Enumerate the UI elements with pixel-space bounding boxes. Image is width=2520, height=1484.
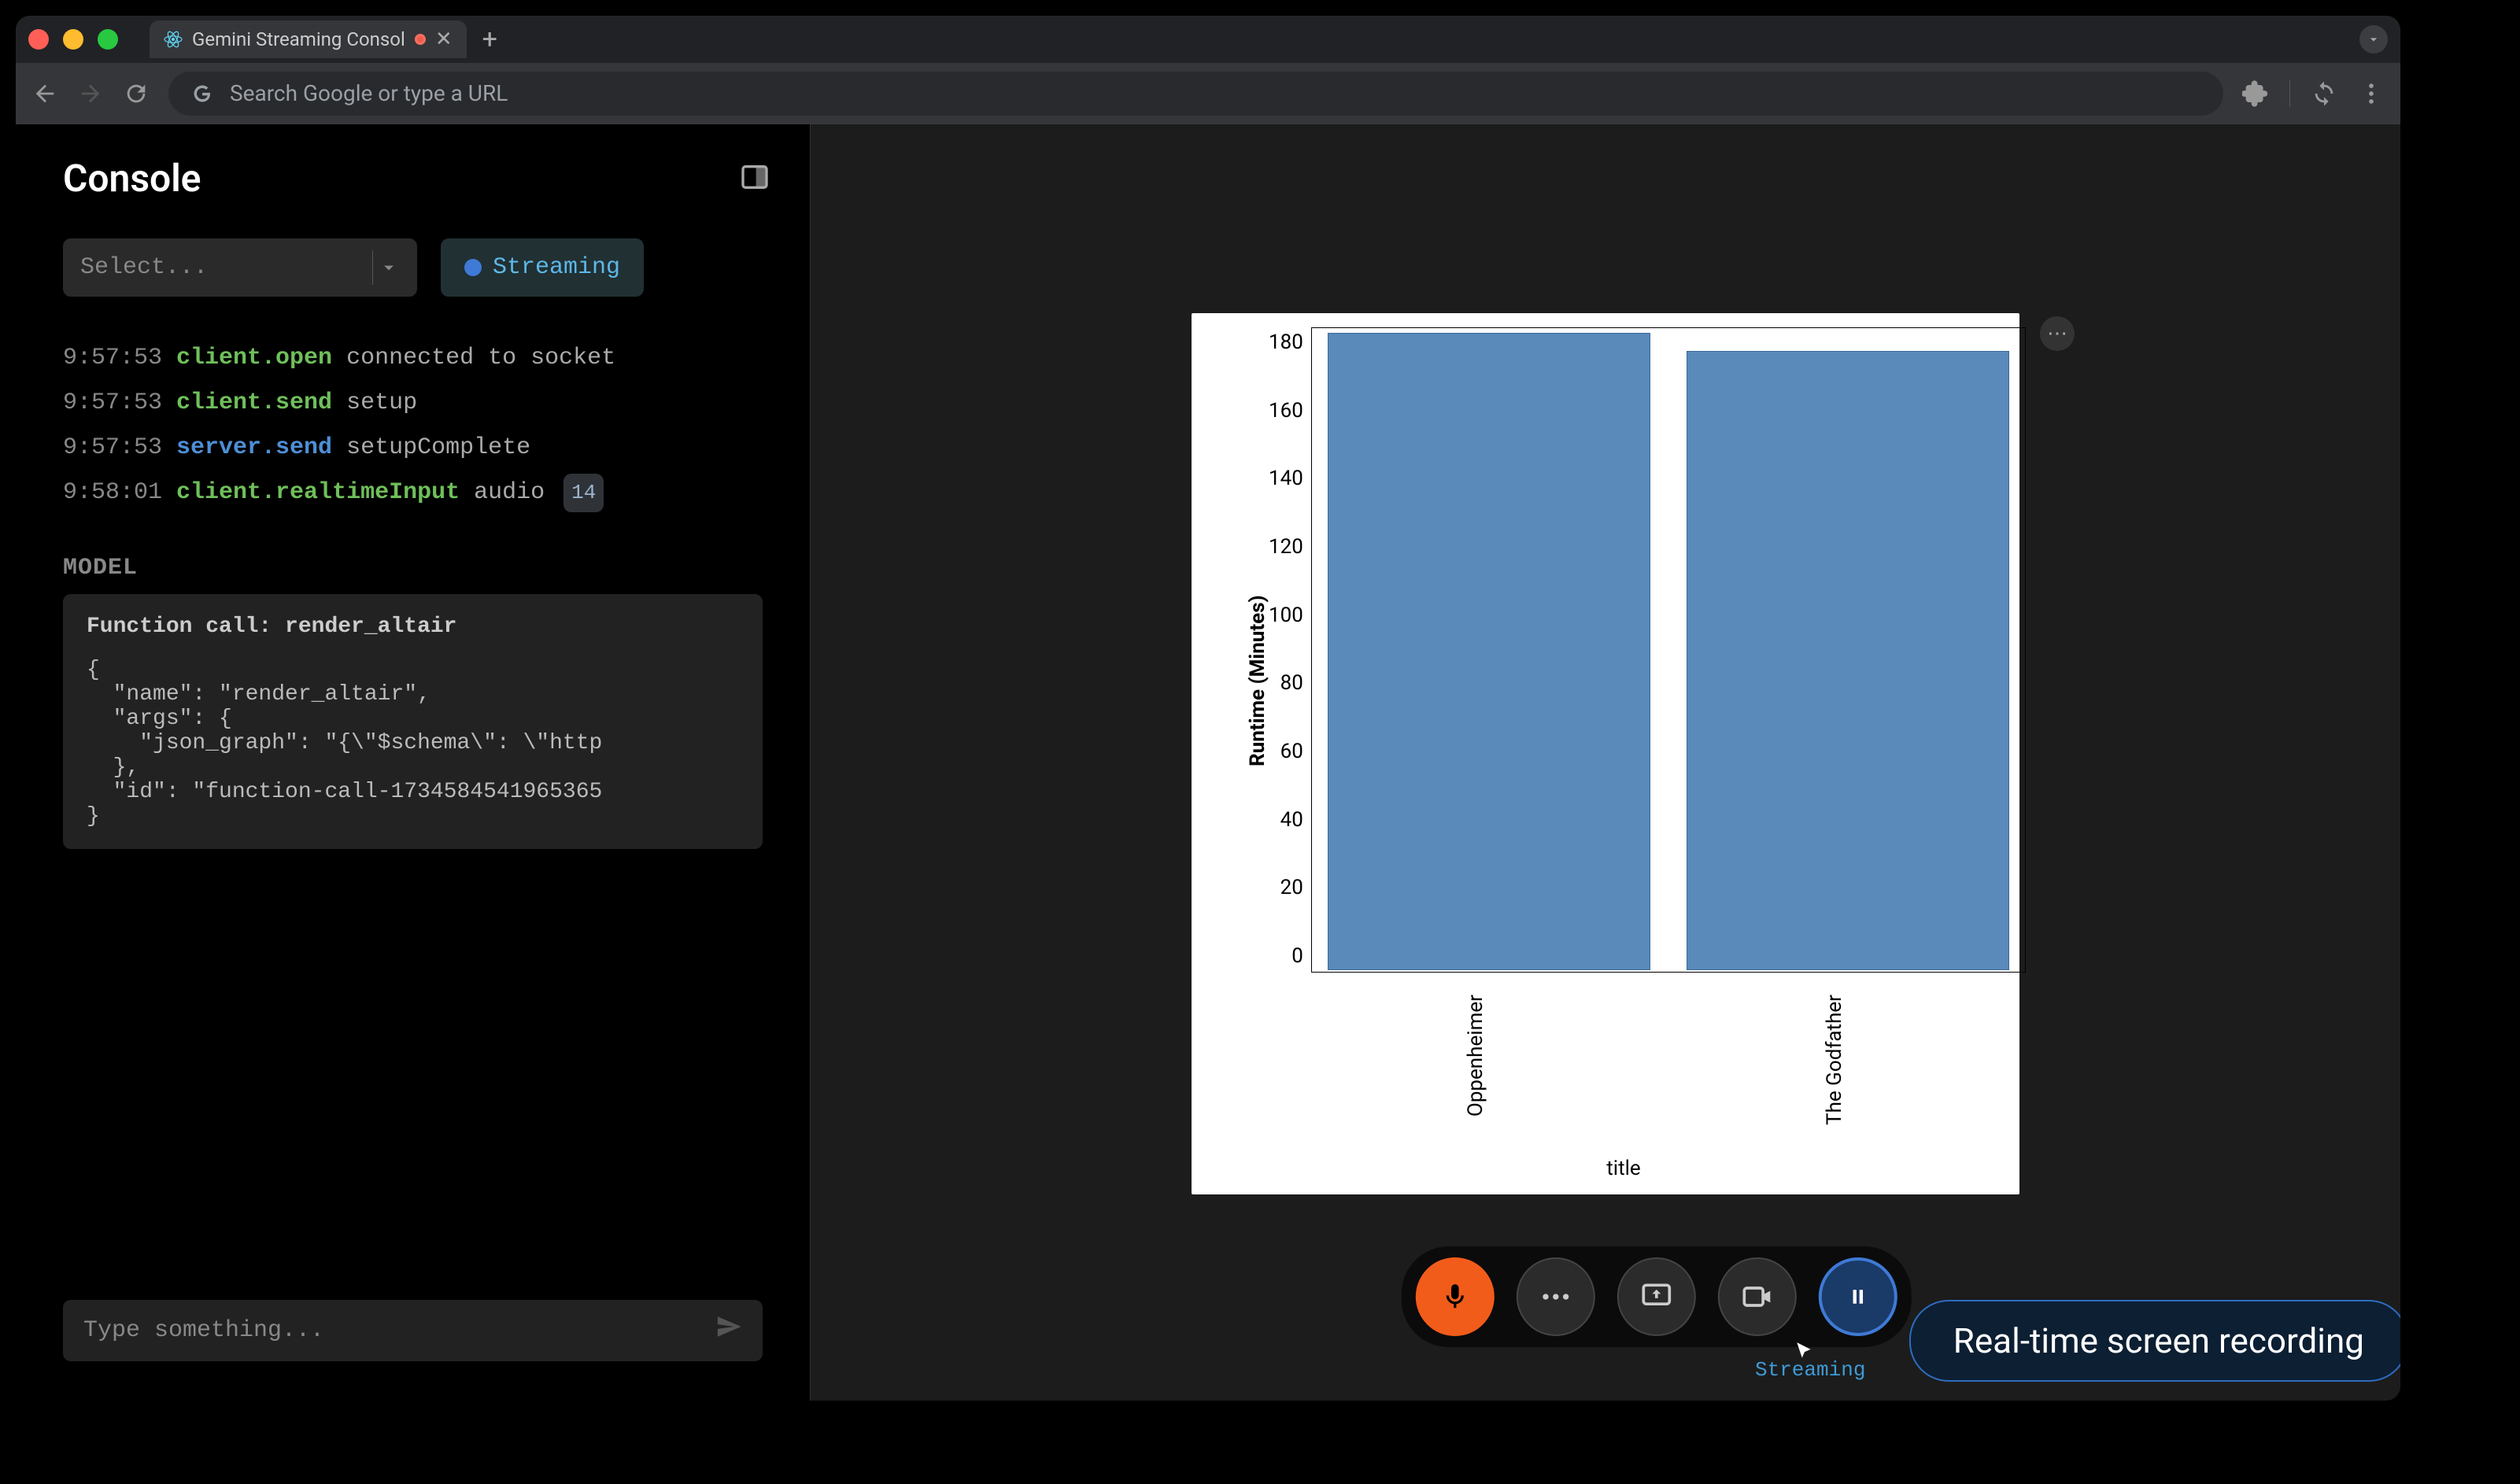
extensions-button[interactable] [2242, 80, 2269, 107]
toolbar-separator [2289, 80, 2290, 107]
chart-x-label: title [1247, 1157, 2001, 1180]
new-tab-button[interactable]: + [470, 24, 510, 55]
browser-tab[interactable]: Gemini Streaming Consol ✕ [150, 20, 467, 58]
send-icon[interactable] [715, 1313, 742, 1348]
microphone-button[interactable] [1416, 1257, 1495, 1336]
tab-list-dropdown[interactable] [2359, 25, 2388, 54]
message-input[interactable]: Type something... [63, 1300, 763, 1361]
input-placeholder: Type something... [83, 1317, 324, 1344]
bar-chart: Runtime (Minutes) 1801601401201008060402… [1192, 313, 2019, 1194]
sync-button[interactable] [2311, 80, 2337, 107]
function-call-block: Function call: render_altair { "name": "… [63, 594, 763, 849]
nav-forward-button[interactable] [77, 80, 104, 107]
tab-title: Gemini Streaming Consol [192, 28, 405, 50]
address-bar: Search Google or type a URL [16, 63, 2400, 124]
log-panel: 9:57:53 client.open connected to socket9… [16, 320, 810, 531]
chart-y-axis: 180160140120100806040200 [1269, 330, 1311, 968]
chart-bar [1687, 351, 2009, 971]
nav-reload-button[interactable] [123, 80, 150, 107]
minimize-window-button[interactable] [63, 29, 83, 50]
url-placeholder: Search Google or type a URL [230, 80, 508, 106]
pause-stream-button[interactable] [1819, 1257, 1897, 1336]
window-traffic-lights [28, 29, 118, 50]
model-section-label: MODEL [16, 531, 810, 586]
log-line: 9:57:53 server.send setupComplete [63, 426, 763, 471]
log-line: 9:57:53 client.open connected to socket [63, 336, 763, 381]
main-pane: ⋯ Runtime (Minutes) 18016014012010080604… [811, 124, 2400, 1401]
react-icon [164, 30, 183, 49]
more-options-button[interactable] [1517, 1257, 1595, 1336]
console-title: Console [63, 156, 201, 201]
app-content: Console Select... Streaming 9:57:53 clie… [16, 124, 2400, 1401]
google-g-icon [190, 82, 214, 105]
status-dot-icon [464, 259, 482, 276]
chart-menu-button[interactable]: ⋯ [2040, 316, 2075, 351]
function-call-body: { "name": "render_altair", "args": { "js… [87, 658, 739, 829]
media-controls [1402, 1246, 1912, 1347]
tab-strip: Gemini Streaming Consol ✕ + [16, 16, 2400, 63]
browser-menu-button[interactable] [2358, 80, 2385, 107]
chart-x-ticks: OppenheimerThe Godfather [1310, 995, 2001, 1152]
model-select[interactable]: Select... [63, 238, 417, 297]
nav-back-button[interactable] [31, 80, 58, 107]
camera-button[interactable] [1718, 1257, 1797, 1336]
recording-banner: Real-time screen recording [1909, 1300, 2400, 1382]
screen-share-button[interactable] [1617, 1257, 1696, 1336]
streaming-label: Streaming [1755, 1358, 1865, 1382]
log-line: 9:57:53 client.send setup [63, 381, 763, 426]
recording-indicator-icon [415, 34, 426, 45]
chart-plot-area [1311, 327, 2026, 973]
close-window-button[interactable] [28, 29, 49, 50]
log-line: 9:58:01 client.realtimeInput audio 14 [63, 471, 763, 515]
console-sidebar: Console Select... Streaming 9:57:53 clie… [16, 124, 811, 1401]
select-placeholder: Select... [80, 254, 208, 281]
maximize-window-button[interactable] [98, 29, 118, 50]
status-label: Streaming [493, 254, 620, 281]
chevron-down-icon [378, 257, 400, 279]
chart-y-label: Runtime (Minutes) [1247, 327, 1269, 987]
browser-window: Gemini Streaming Consol ✕ + Search Googl… [16, 16, 2400, 1401]
chart-bar [1328, 333, 1650, 970]
collapse-sidebar-button[interactable] [739, 161, 770, 196]
function-call-header: Function call: render_altair [87, 615, 739, 639]
streaming-status[interactable]: Streaming [441, 238, 644, 297]
url-input[interactable]: Search Google or type a URL [168, 72, 2223, 116]
tab-close-button[interactable]: ✕ [435, 29, 453, 50]
